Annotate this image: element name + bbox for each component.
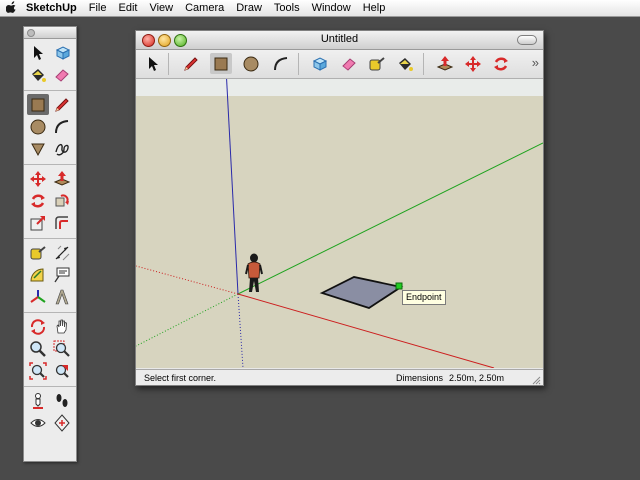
rotate-icon[interactable] xyxy=(27,190,49,211)
dimensions-value-input[interactable]: 2.50m, 2.50m xyxy=(449,373,504,383)
rectangle-icon[interactable] xyxy=(27,94,49,115)
sky xyxy=(136,79,543,96)
toolbar-separator xyxy=(298,53,299,75)
model-viewport[interactable] xyxy=(136,79,543,368)
endpoint-tooltip: Endpoint xyxy=(402,290,446,305)
status-bar: Select first corner. Dimensions 2.50m, 2… xyxy=(136,369,543,385)
look-around-icon[interactable] xyxy=(27,412,49,433)
orbit-icon[interactable] xyxy=(27,316,49,337)
protractor-icon[interactable] xyxy=(27,264,49,285)
palette-group-principal xyxy=(24,39,76,91)
tool-palette xyxy=(23,26,77,462)
menu-bar: SketchUp File Edit View Camera Draw Tool… xyxy=(0,0,640,17)
position-camera-icon[interactable] xyxy=(27,390,49,411)
zoom-extents-icon[interactable] xyxy=(27,360,49,381)
eraser-icon[interactable] xyxy=(338,53,360,74)
palette-close-icon[interactable] xyxy=(27,29,35,37)
menu-view[interactable]: View xyxy=(143,0,179,16)
rotate-icon[interactable] xyxy=(490,53,512,74)
move-icon[interactable] xyxy=(462,53,484,74)
menu-edit[interactable]: Edit xyxy=(112,0,143,16)
zoom-icon[interactable] xyxy=(27,338,49,359)
dimension-icon[interactable] xyxy=(51,242,73,263)
circle-icon[interactable] xyxy=(27,116,49,137)
ground xyxy=(136,96,543,368)
arc-icon[interactable] xyxy=(51,116,73,137)
walk-icon[interactable] xyxy=(51,390,73,411)
toolbar-toggle-button[interactable] xyxy=(517,35,537,45)
follow-me-icon[interactable] xyxy=(51,190,73,211)
tape-measure-icon[interactable] xyxy=(27,242,49,263)
status-text: Select first corner. xyxy=(144,373,217,383)
toolbar-overflow-button[interactable]: » xyxy=(532,55,539,70)
paint-bucket-icon[interactable] xyxy=(27,64,49,85)
menu-app-name[interactable]: SketchUp xyxy=(22,0,83,16)
push-pull-icon[interactable] xyxy=(51,168,73,189)
circle-icon[interactable] xyxy=(240,53,262,74)
menu-window[interactable]: Window xyxy=(306,0,357,16)
offset-icon[interactable] xyxy=(51,212,73,233)
select-arrow-icon[interactable] xyxy=(27,42,49,63)
palette-group-modification xyxy=(24,165,76,239)
3d-text-icon[interactable] xyxy=(51,286,73,307)
rectangle-icon[interactable] xyxy=(210,53,232,74)
resize-grip-icon[interactable] xyxy=(531,375,541,385)
toolbar-separator xyxy=(168,53,169,75)
palette-group-camera xyxy=(24,313,76,387)
window-title: Untitled xyxy=(320,33,359,45)
arc-icon[interactable] xyxy=(270,53,292,74)
axes-icon[interactable] xyxy=(27,286,49,307)
polygon-icon[interactable] xyxy=(27,138,49,159)
document-window: Untitled » Endpoint Select first corner.… xyxy=(135,30,544,386)
menu-help[interactable]: Help xyxy=(357,0,392,16)
dimensions-label: Dimensions xyxy=(396,373,444,383)
toolbar-separator xyxy=(423,53,424,75)
select-arrow-icon[interactable] xyxy=(142,53,164,74)
tape-measure-icon[interactable] xyxy=(366,53,388,74)
push-pull-icon[interactable] xyxy=(434,53,456,74)
make-component-icon[interactable] xyxy=(308,53,330,74)
previous-view-icon[interactable] xyxy=(51,360,73,381)
getting-started-toolbar: » xyxy=(136,50,543,79)
make-component-icon[interactable] xyxy=(51,42,73,63)
zoom-window-icon[interactable] xyxy=(51,338,73,359)
scale-icon[interactable] xyxy=(27,212,49,233)
menu-draw[interactable]: Draw xyxy=(230,0,268,16)
apple-icon[interactable] xyxy=(0,0,22,16)
pencil-line-icon[interactable] xyxy=(51,94,73,115)
pencil-line-icon[interactable] xyxy=(180,53,202,74)
endpoint-marker xyxy=(395,282,403,290)
freehand-icon[interactable] xyxy=(51,138,73,159)
paint-bucket-icon[interactable] xyxy=(394,53,416,74)
window-titlebar[interactable]: Untitled xyxy=(136,31,543,50)
move-icon[interactable] xyxy=(27,168,49,189)
palette-group-drawing xyxy=(24,91,76,165)
menu-tools[interactable]: Tools xyxy=(268,0,306,16)
pan-icon[interactable] xyxy=(51,316,73,337)
section-plane-icon[interactable] xyxy=(51,412,73,433)
palette-group-construction xyxy=(24,239,76,313)
palette-titlebar[interactable] xyxy=(24,27,76,39)
text-icon[interactable] xyxy=(51,264,73,285)
palette-group-walkthrough xyxy=(24,387,76,438)
eraser-icon[interactable] xyxy=(51,64,73,85)
menu-file[interactable]: File xyxy=(83,0,113,16)
menu-camera[interactable]: Camera xyxy=(179,0,230,16)
